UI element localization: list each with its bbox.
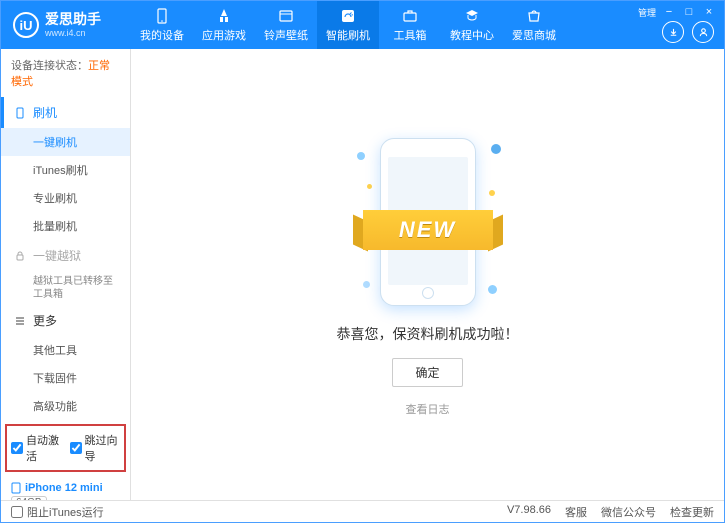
checkbox-auto-activate[interactable]: 自动激活 (11, 432, 62, 464)
nav-label: 工具箱 (394, 27, 427, 43)
checkbox-input[interactable] (11, 506, 23, 518)
version-text: V7.98.66 (507, 504, 551, 520)
window-controls: 管理 − □ × (638, 5, 716, 19)
nav-label: 智能刷机 (326, 27, 370, 43)
checkbox-label: 跳过向导 (85, 432, 121, 464)
checkbox-input[interactable] (70, 442, 82, 454)
logo-area: iU 爱思助手 www.i4.cn (1, 12, 131, 38)
main-content: NEW 恭喜您，保资料刷机成功啦！ 确定 查看日志 (131, 49, 724, 500)
app-subtitle: www.i4.cn (45, 28, 101, 38)
device-name-text: iPhone 12 mini (25, 482, 103, 494)
download-icon[interactable] (662, 21, 684, 43)
flash-icon (339, 7, 357, 25)
menu-button[interactable]: 管理 (638, 5, 656, 19)
footer-bar: 阻止iTunes运行 V7.98.66 客服 微信公众号 检查更新 (1, 500, 724, 522)
footer-link-update[interactable]: 检查更新 (670, 504, 714, 520)
media-icon (277, 7, 295, 25)
checkbox-block-itunes[interactable]: 阻止iTunes运行 (11, 504, 104, 520)
list-icon (13, 315, 27, 327)
sidebar: 设备连接状态：正常模式 刷机 一键刷机 iTunes刷机 专业刷机 批量刷机 一… (1, 49, 131, 500)
checkbox-label: 自动激活 (26, 432, 62, 464)
nav-my-device[interactable]: 我的设备 (131, 1, 193, 49)
lock-icon (13, 250, 27, 262)
success-message: 恭喜您，保资料刷机成功啦！ (337, 324, 519, 344)
nav-toolbox[interactable]: 工具箱 (379, 1, 441, 49)
section-more[interactable]: 更多 (1, 305, 130, 336)
sidebar-item-itunes-flash[interactable]: iTunes刷机 (1, 156, 130, 184)
sidebar-item-oneclick-flash[interactable]: 一键刷机 (1, 128, 130, 156)
device-name: iPhone 12 mini (11, 482, 120, 494)
toolbox-icon (401, 7, 419, 25)
nav-label: 教程中心 (450, 27, 494, 43)
nav-label: 应用游戏 (202, 27, 246, 43)
checkbox-skip-setup[interactable]: 跳过向导 (70, 432, 121, 464)
footer-link-support[interactable]: 客服 (565, 504, 587, 520)
close-button[interactable]: × (702, 5, 716, 19)
nav-apps[interactable]: 应用游戏 (193, 1, 255, 49)
device-storage: 64GB (11, 496, 47, 500)
user-icon[interactable] (692, 21, 714, 43)
logo-icon: iU (13, 12, 39, 38)
sidebar-item-other-tools[interactable]: 其他工具 (1, 336, 130, 364)
nav-label: 爱思商城 (512, 27, 556, 43)
minimize-button[interactable]: − (662, 5, 676, 19)
section-label: 一键越狱 (33, 247, 81, 264)
nav-store[interactable]: 爱思商城 (503, 1, 565, 49)
phone-icon (13, 107, 27, 119)
section-flash[interactable]: 刷机 (1, 97, 130, 128)
sidebar-item-advanced[interactable]: 高级功能 (1, 392, 130, 420)
connection-status: 设备连接状态：正常模式 (1, 49, 130, 97)
sidebar-item-download-fw[interactable]: 下载固件 (1, 364, 130, 392)
options-box: 自动激活 跳过向导 (5, 424, 126, 472)
ribbon-text: NEW (363, 210, 493, 250)
nav-label: 我的设备 (140, 27, 184, 43)
app-title: 爱思助手 (45, 12, 101, 27)
device-card[interactable]: iPhone 12 mini 64GB Down-12mini-13,1 (1, 478, 130, 500)
device-icon (153, 7, 171, 25)
maximize-button[interactable]: □ (682, 5, 696, 19)
header-action-icons (662, 21, 714, 43)
sidebar-item-pro-flash[interactable]: 专业刷机 (1, 184, 130, 212)
checkbox-label: 阻止iTunes运行 (27, 504, 104, 520)
section-label: 更多 (33, 312, 57, 329)
nav-tutorial[interactable]: 教程中心 (441, 1, 503, 49)
checkbox-input[interactable] (11, 442, 23, 454)
sidebar-item-batch-flash[interactable]: 批量刷机 (1, 212, 130, 240)
top-header: iU 爱思助手 www.i4.cn 我的设备 应用游戏 铃声壁纸 智能刷机 工具… (1, 1, 724, 49)
section-jailbreak: 一键越狱 (1, 240, 130, 271)
view-log-link[interactable]: 查看日志 (406, 401, 450, 417)
section-label: 刷机 (33, 104, 57, 121)
apps-icon (215, 7, 233, 25)
nav-flash[interactable]: 智能刷机 (317, 1, 379, 49)
footer-link-wechat[interactable]: 微信公众号 (601, 504, 656, 520)
nav-label: 铃声壁纸 (264, 27, 308, 43)
tutorial-icon (463, 7, 481, 25)
status-label: 设备连接状态： (11, 60, 88, 72)
jailbreak-note: 越狱工具已转移至工具箱 (1, 271, 130, 305)
phone-icon (11, 482, 21, 494)
phone-illustration: NEW (363, 132, 493, 312)
ok-button[interactable]: 确定 (392, 358, 462, 387)
nav-media[interactable]: 铃声壁纸 (255, 1, 317, 49)
store-icon (525, 7, 543, 25)
top-nav: 我的设备 应用游戏 铃声壁纸 智能刷机 工具箱 教程中心 爱思商城 (131, 1, 565, 49)
